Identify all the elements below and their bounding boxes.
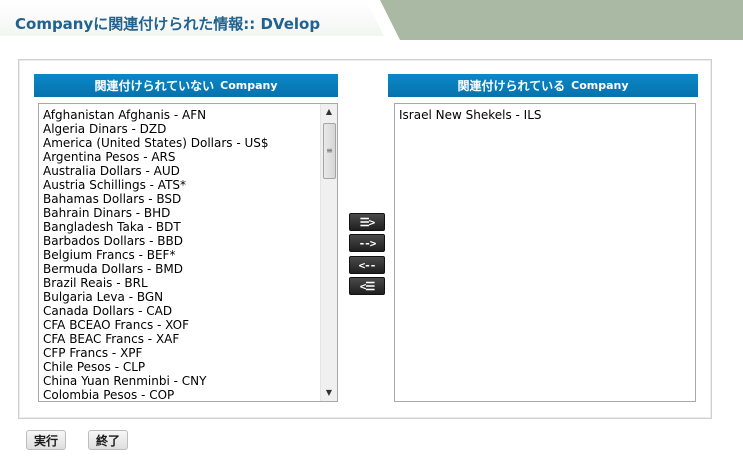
list-option[interactable]: America (United States) Dollars - US$ xyxy=(39,136,319,150)
unassigned-column-brand: Company xyxy=(220,79,278,92)
unassigned-column-header: 関連付けられていない Company xyxy=(34,74,338,97)
list-option[interactable]: Bulgaria Leva - BGN xyxy=(39,290,319,304)
assigned-column-label: 関連付けられている xyxy=(457,79,566,93)
scroll-up-arrow-icon[interactable]: ▲ xyxy=(321,104,337,120)
scroll-down-arrow-icon[interactable]: ▼ xyxy=(321,385,337,401)
list-option[interactable]: Israel New Shekels - ILS xyxy=(395,108,691,122)
list-option[interactable]: Barbados Dollars - BBD xyxy=(39,234,319,248)
list-option[interactable]: Colombia Pesos - COP xyxy=(39,388,319,401)
assigned-listbox[interactable]: Israel New Shekels - ILS xyxy=(394,103,696,402)
list-option[interactable]: Austria Schillings - ATS* xyxy=(39,178,319,192)
unassigned-column-label: 関連付けられていない xyxy=(94,79,215,93)
list-option[interactable]: Bahrain Dinars - BHD xyxy=(39,206,319,220)
remove-selected-button[interactable]: <-- xyxy=(349,256,385,274)
list-option[interactable]: Bahamas Dollars - BSD xyxy=(39,192,319,206)
assigned-column-header: 関連付けられている Company xyxy=(388,74,698,97)
list-option[interactable]: Australia Dollars - AUD xyxy=(39,164,319,178)
list-option[interactable]: Chile Pesos - CLP xyxy=(39,360,319,374)
unassigned-scrollbar[interactable]: ▲ ≡ ▼ xyxy=(320,104,337,401)
unassigned-listbox[interactable]: Afghanistan Afghanis - AFN Algeria Dinars… xyxy=(38,103,338,402)
list-option[interactable]: Algeria Dinars - DZD xyxy=(39,122,319,136)
page-title: Companyに関連付けられた情報:: DVelop xyxy=(15,15,321,33)
close-button[interactable]: 終了 xyxy=(88,430,128,450)
list-option[interactable]: CFA BEAC Francs - XAF xyxy=(39,332,319,346)
list-option[interactable]: CFA BCEAO Francs - XOF xyxy=(39,318,319,332)
add-selected-button[interactable]: --> xyxy=(349,234,385,252)
list-option[interactable]: Bermuda Dollars - BMD xyxy=(39,262,319,276)
list-option[interactable]: Argentina Pesos - ARS xyxy=(39,150,319,164)
assigned-items: Israel New Shekels - ILS xyxy=(395,108,691,122)
run-button[interactable]: 実行 xyxy=(26,430,66,450)
list-option[interactable]: China Yuan Renminbi - CNY xyxy=(39,374,319,388)
remove-all-button[interactable]: <☰ xyxy=(349,277,385,295)
scroll-thumb[interactable]: ≡ xyxy=(323,123,336,179)
list-option[interactable]: CFP Francs - XPF xyxy=(39,346,319,360)
assigned-column-brand: Company xyxy=(571,79,629,92)
list-option[interactable]: Bangladesh Taka - BDT xyxy=(39,220,319,234)
list-option[interactable]: Afghanistan Afghanis - AFN xyxy=(39,108,319,122)
list-option[interactable]: Canada Dollars - CAD xyxy=(39,304,319,318)
list-option[interactable]: Belgium Francs - BEF* xyxy=(39,248,319,262)
list-option[interactable]: Brazil Reais - BRL xyxy=(39,276,319,290)
add-all-button[interactable]: ☰> xyxy=(349,213,385,231)
unassigned-items: Afghanistan Afghanis - AFN Algeria Dinars… xyxy=(39,108,319,401)
